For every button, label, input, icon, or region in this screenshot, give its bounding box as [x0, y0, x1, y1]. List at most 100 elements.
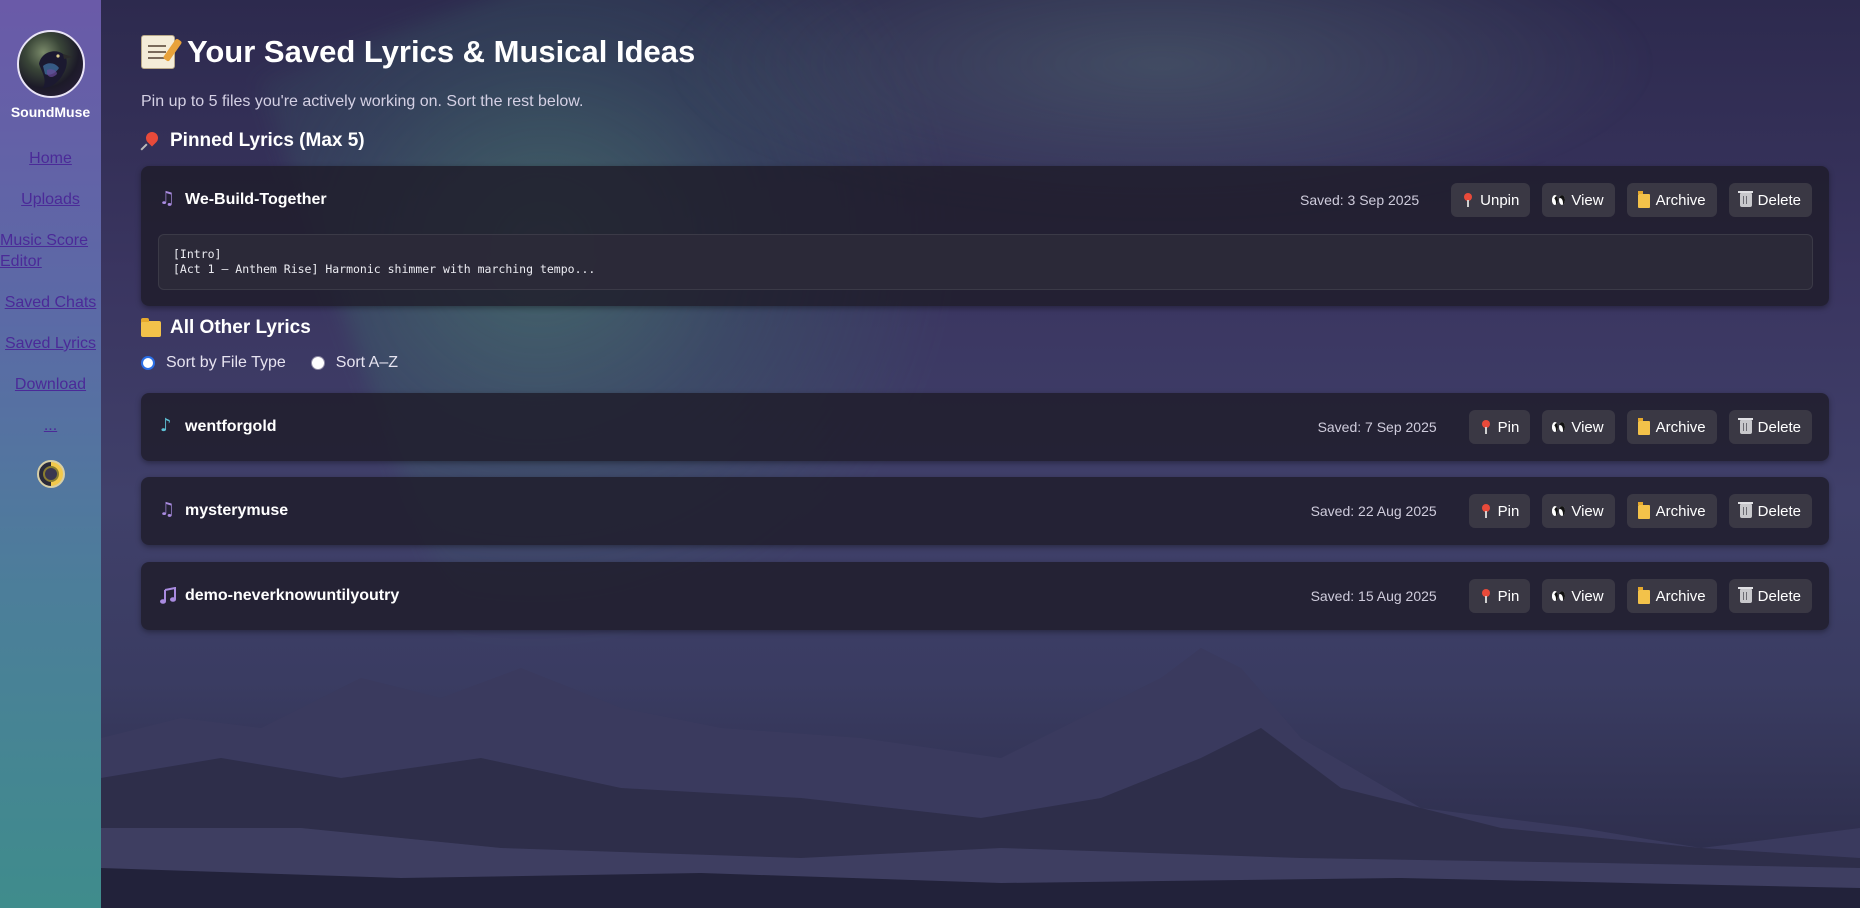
theme-toggle-button[interactable]: [36, 460, 65, 488]
crow-logo-icon: [38, 51, 73, 88]
delete-button-label: Delete: [1757, 418, 1801, 436]
pinned-lyric-card: We-Build-Together Saved: 3 Sep 2025 Unpi…: [141, 166, 1829, 306]
delete-button[interactable]: Delete: [1728, 579, 1812, 613]
other-lyrics-section-title-text: All Other Lyrics: [170, 317, 311, 338]
eyes-icon: [1552, 589, 1566, 603]
lyric-preview-line: [Act 1 – Anthem Rise] Harmonic shimmer w…: [173, 262, 596, 276]
trash-icon: [1737, 587, 1753, 603]
trash-icon: [1737, 418, 1753, 434]
brand-name: SoundMuse: [10, 104, 91, 120]
file-name[interactable]: wentforgold: [185, 418, 277, 436]
file-name[interactable]: We-Build-Together: [185, 191, 327, 209]
view-button-label: View: [1571, 191, 1604, 209]
sort-by-file-type-radio[interactable]: [141, 356, 155, 370]
pushpin-icon: [141, 131, 161, 151]
archive-button-label: Archive: [1655, 502, 1706, 520]
pin-icon: [1480, 589, 1492, 603]
pin-icon: [1480, 504, 1492, 518]
saved-date: Saved: 3 Sep 2025: [1300, 192, 1420, 208]
page-title: Your Saved Lyrics & Musical Ideas: [141, 34, 695, 70]
sort-options: Sort by File Type Sort A–Z: [141, 354, 423, 372]
view-button-label: View: [1571, 587, 1604, 605]
archive-button[interactable]: Archive: [1626, 494, 1717, 528]
pin-button[interactable]: Pin: [1468, 410, 1531, 444]
lyric-row: demo-neverknowuntilyoutry Saved: 15 Aug …: [141, 562, 1829, 630]
pin-button[interactable]: Pin: [1468, 579, 1531, 613]
music-note-glyph: [160, 586, 176, 604]
sidebar-item-more[interactable]: ...: [0, 415, 101, 436]
main-area: Your Saved Lyrics & Musical Ideas Pin up…: [101, 0, 1860, 908]
delete-button-label: Delete: [1757, 502, 1801, 520]
sidebar: SoundMuse Home Uploads Music Score Edito…: [0, 0, 101, 908]
file-name[interactable]: mysterymuse: [185, 502, 288, 520]
music-note-icon: [159, 586, 177, 605]
lyric-preview-line: [Intro]: [173, 247, 222, 261]
view-button[interactable]: View: [1542, 494, 1615, 528]
archive-button[interactable]: Archive: [1626, 579, 1717, 613]
half-moon-icon: [42, 466, 59, 482]
lyric-card: wentforgold Saved: 7 Sep 2025 Pin View A…: [141, 393, 1829, 461]
trash-icon: [1737, 191, 1753, 207]
delete-button-label: Delete: [1757, 191, 1801, 209]
treble-clef-icon: [159, 415, 177, 436]
pin-button-label: Pin: [1497, 587, 1520, 605]
sidebar-nav: Home Uploads Music Score Editor Saved Ch…: [0, 148, 101, 456]
memo-icon: [141, 35, 175, 69]
sort-by-file-type-label[interactable]: Sort by File Type: [166, 354, 286, 372]
folder-icon: [1637, 587, 1650, 604]
music-notes-icon: [159, 188, 177, 209]
lyric-card: mysterymuse Saved: 22 Aug 2025 Pin View …: [141, 477, 1829, 545]
file-name[interactable]: demo-neverknowuntilyoutry: [185, 587, 399, 605]
eyes-icon: [1552, 420, 1566, 434]
saved-date: Saved: 7 Sep 2025: [1317, 419, 1437, 435]
avatar[interactable]: [16, 30, 85, 98]
pinned-lyric-row: We-Build-Together Saved: 3 Sep 2025 Unpi…: [141, 166, 1829, 234]
other-lyrics-section-title: All Other Lyrics: [141, 317, 311, 339]
delete-button[interactable]: Delete: [1728, 410, 1812, 444]
sidebar-item-saved-lyrics[interactable]: Saved Lyrics: [0, 333, 101, 354]
delete-button[interactable]: Delete: [1728, 494, 1812, 528]
sidebar-item-uploads[interactable]: Uploads: [0, 189, 101, 210]
saved-date: Saved: 22 Aug 2025: [1310, 503, 1437, 519]
folder-icon: [141, 318, 161, 337]
lyric-row: mysterymuse Saved: 22 Aug 2025 Pin View …: [141, 477, 1829, 545]
archive-button-label: Archive: [1655, 587, 1706, 605]
sort-a-z-label[interactable]: Sort A–Z: [336, 354, 398, 372]
view-button[interactable]: View: [1542, 410, 1615, 444]
archive-button-label: Archive: [1655, 191, 1706, 209]
lyric-card: demo-neverknowuntilyoutry Saved: 15 Aug …: [141, 562, 1829, 630]
view-button-label: View: [1571, 418, 1604, 436]
sidebar-item-download[interactable]: Download: [0, 374, 101, 395]
saved-date: Saved: 15 Aug 2025: [1310, 588, 1437, 604]
archive-button[interactable]: Archive: [1626, 183, 1717, 217]
pinned-section-title: Pinned Lyrics (Max 5): [141, 130, 365, 152]
page-title-text: Your Saved Lyrics & Musical Ideas: [187, 34, 696, 69]
music-notes-icon: [159, 499, 177, 520]
view-button-label: View: [1571, 502, 1604, 520]
archive-button[interactable]: Archive: [1626, 410, 1717, 444]
page-subtitle: Pin up to 5 files you're actively workin…: [141, 93, 584, 110]
eyes-icon: [1552, 504, 1566, 518]
unpin-button-label: Unpin: [1480, 191, 1520, 209]
trash-icon: [1737, 502, 1753, 518]
pin-button-label: Pin: [1497, 502, 1520, 520]
folder-icon: [1637, 418, 1650, 435]
archive-button-label: Archive: [1655, 418, 1706, 436]
unpin-button[interactable]: Unpin: [1451, 183, 1531, 217]
eyes-icon: [1552, 193, 1566, 207]
pin-icon: [1462, 193, 1474, 207]
pin-button-label: Pin: [1497, 418, 1520, 436]
sidebar-item-music-score-editor[interactable]: Music Score Editor: [0, 230, 101, 272]
sidebar-item-saved-chats[interactable]: Saved Chats: [0, 292, 101, 313]
view-button[interactable]: View: [1542, 579, 1615, 613]
pin-button[interactable]: Pin: [1468, 494, 1531, 528]
sidebar-item-home[interactable]: Home: [0, 148, 101, 169]
pinned-section-title-text: Pinned Lyrics (Max 5): [170, 130, 365, 151]
folder-icon: [1637, 191, 1650, 208]
view-button[interactable]: View: [1542, 183, 1615, 217]
pin-icon: [1480, 420, 1492, 434]
sort-a-z-radio[interactable]: [310, 356, 325, 370]
delete-button[interactable]: Delete: [1728, 183, 1812, 217]
lyric-preview: [Intro] [Act 1 – Anthem Rise] Harmonic s…: [158, 234, 1813, 290]
delete-button-label: Delete: [1757, 587, 1801, 605]
